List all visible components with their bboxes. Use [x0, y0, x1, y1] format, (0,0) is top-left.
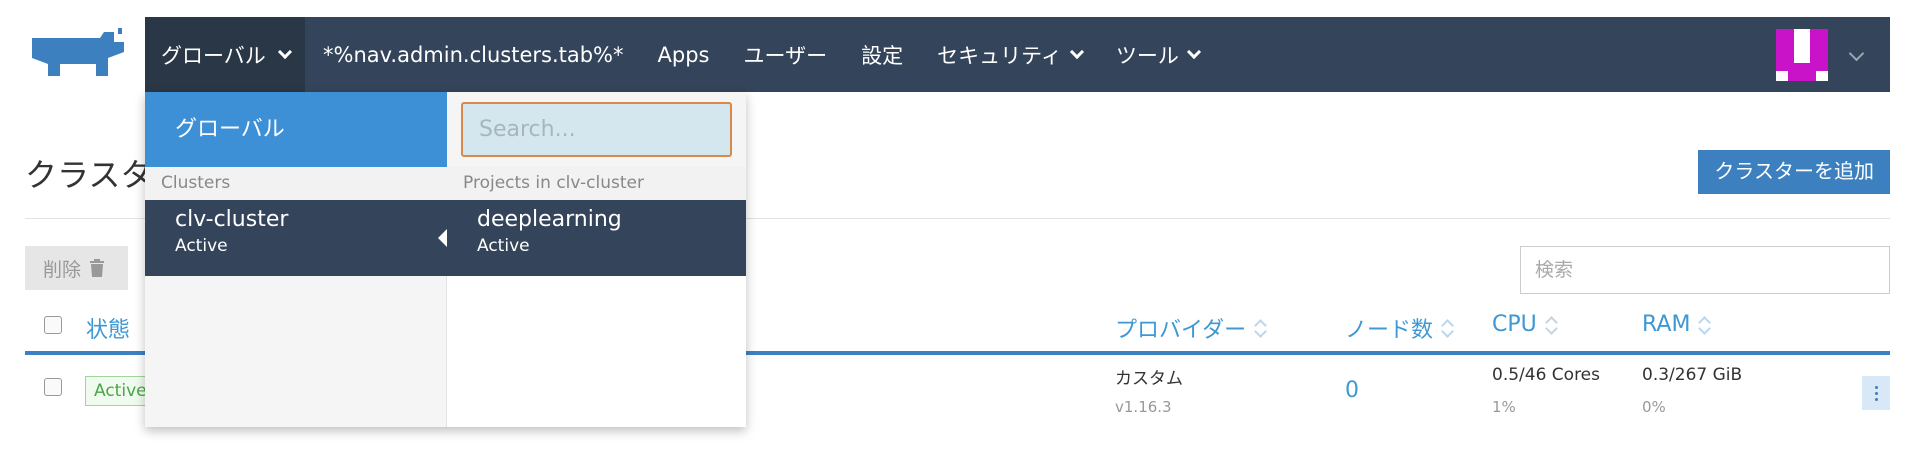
global-menu-toggle[interactable]: グローバル [145, 17, 305, 92]
chevron-down-icon [1186, 44, 1201, 59]
provider-cell: カスタム [1115, 369, 1183, 389]
select-all-checkbox[interactable] [44, 316, 62, 334]
chevron-down-icon [1069, 44, 1084, 59]
cpu-cell: 0.5/46 Cores [1492, 365, 1601, 385]
nav-apps-label: Apps [657, 42, 710, 67]
projects-column: Projects in clv-cluster deeplearning Act… [447, 92, 746, 427]
nav-clusters[interactable]: *%nav.admin.clusters.tab%* [305, 43, 641, 67]
chevron-down-icon [277, 44, 292, 59]
project-status: Active [477, 236, 530, 256]
delete-button[interactable]: 削除 [25, 246, 128, 290]
column-header-provider[interactable]: プロバイダー [1115, 312, 1266, 344]
ram-percent: 0% [1642, 398, 1666, 416]
nav-security-label: セキュリティ [937, 43, 1062, 68]
clusters-heading: Clusters [145, 167, 447, 200]
projects-heading: Projects in clv-cluster [447, 167, 746, 200]
chevron-down-icon[interactable] [1848, 45, 1865, 62]
add-cluster-button[interactable]: クラスターを追加 [1698, 150, 1890, 194]
nav-security[interactable]: セキュリティ [920, 40, 1099, 70]
nav-tools-label: ツール [1115, 43, 1179, 68]
row-checkbox[interactable] [44, 378, 62, 396]
nav-apps[interactable]: Apps [641, 43, 727, 67]
nav-settings[interactable]: 設定 [844, 40, 920, 70]
dropdown-global-item[interactable]: グローバル [145, 92, 447, 167]
user-avatar[interactable] [1776, 29, 1828, 81]
clusters-column: グローバル Clusters clv-cluster Active [145, 92, 448, 427]
cluster-item-clv-cluster[interactable]: clv-cluster Active [145, 200, 448, 276]
ram-cell: 0.3/267 GiB [1642, 365, 1743, 385]
sort-icon [1254, 318, 1266, 338]
nav-settings-label: 設定 [861, 43, 904, 68]
version-cell: v1.16.3 [1115, 398, 1172, 416]
column-header-nodes-label: ノード数 [1345, 318, 1434, 343]
project-name: deeplearning [477, 207, 622, 232]
table-search-input[interactable]: 検索 [1520, 246, 1890, 294]
column-header-cpu[interactable]: CPU [1492, 312, 1557, 337]
column-header-state-label: 状態 [86, 318, 131, 343]
project-item-deeplearning[interactable]: deeplearning Active [447, 200, 746, 276]
column-header-state[interactable]: 状態 [86, 312, 130, 344]
top-navbar: グローバル *%nav.admin.clusters.tab%* Apps ユー… [145, 17, 1890, 92]
column-header-cpu-label: CPU [1492, 312, 1537, 337]
nav-users[interactable]: ユーザー [726, 40, 844, 70]
page-title: クラスタ [25, 156, 153, 194]
column-header-nodes[interactable]: ノード数 [1345, 312, 1453, 344]
trash-icon [90, 259, 105, 277]
column-header-provider-label: プロバイダー [1115, 318, 1247, 343]
node-count-link[interactable]: 0 [1345, 378, 1359, 403]
cpu-percent: 1% [1492, 398, 1516, 416]
sort-icon [1545, 315, 1557, 335]
nav-users-label: ユーザー [743, 43, 828, 68]
column-header-ram[interactable]: RAM [1642, 312, 1710, 337]
nav-tools[interactable]: ツール [1099, 40, 1216, 70]
rancher-logo-icon[interactable] [22, 24, 132, 84]
nav-clusters-label: *%nav.admin.clusters.tab%* [323, 42, 624, 67]
clusters-list-empty-area [145, 276, 447, 427]
delete-button-label: 削除 [43, 258, 82, 281]
global-menu-label: グローバル [161, 43, 266, 68]
dropdown-search-wrap [447, 92, 746, 167]
sort-icon [1441, 318, 1453, 338]
sort-icon [1698, 315, 1710, 335]
row-actions-menu-button[interactable] [1862, 376, 1890, 410]
column-header-ram-label: RAM [1642, 312, 1691, 337]
dropdown-search-input[interactable] [461, 102, 732, 157]
cluster-name: clv-cluster [175, 207, 289, 232]
cluster-status: Active [175, 236, 228, 256]
global-dropdown-menu: グローバル Clusters clv-cluster Active Projec… [145, 92, 746, 427]
